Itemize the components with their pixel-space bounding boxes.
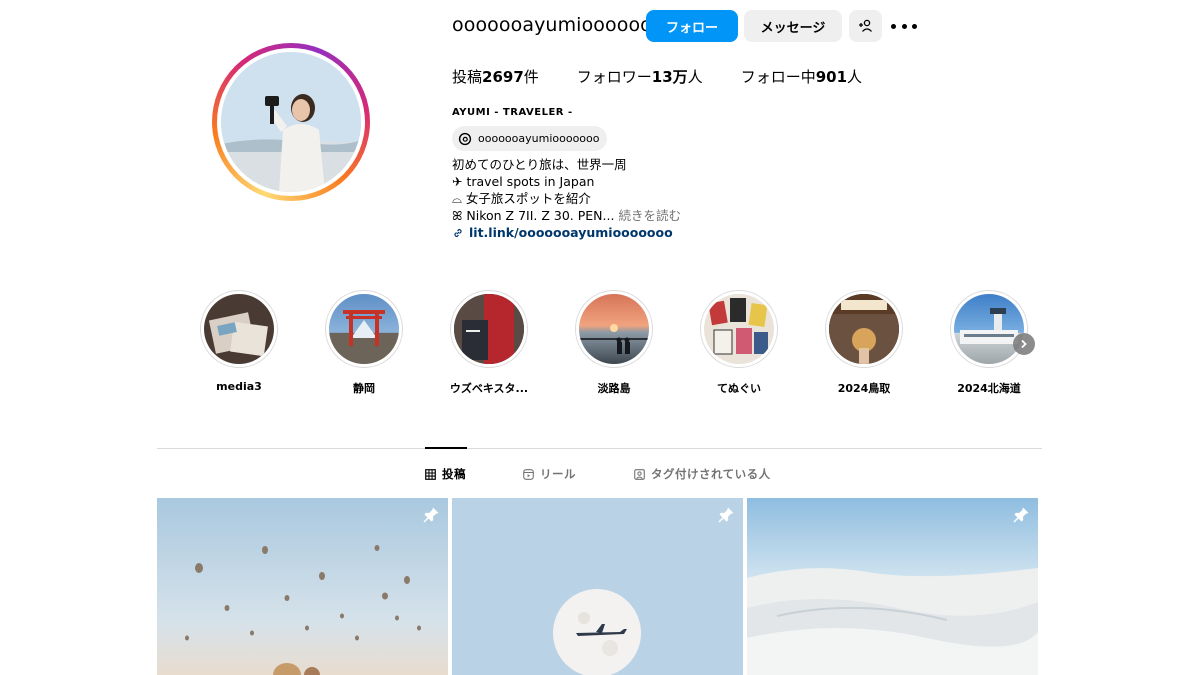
highlight-ring (825, 290, 903, 368)
highlight-label: media3 (216, 380, 262, 393)
highlight-ring (700, 290, 778, 368)
highlight-cover (329, 294, 399, 364)
threads-badge[interactable]: ooooooayumiooooooo (452, 126, 608, 151)
post-image (452, 498, 743, 675)
highlight-cover (704, 294, 774, 364)
highlight-cover (829, 294, 899, 364)
suggest-user-button[interactable] (849, 10, 882, 42)
bio: 初めてのひとり旅は、世界一周 ✈ travel spots in Japan ⌓… (452, 156, 681, 224)
more-options-icon[interactable] (891, 16, 917, 36)
highlight-item[interactable]: 2024鳥取 (824, 290, 904, 396)
post-image (747, 498, 1038, 675)
tagged-icon (634, 468, 645, 480)
pinned-icon (1013, 507, 1029, 523)
avatar (221, 52, 361, 192)
grid-icon (425, 468, 436, 480)
highlight-ring (200, 290, 278, 368)
tab-posts-label: 投稿 (442, 467, 466, 481)
highlight-label: 2024北海道 (957, 382, 1021, 395)
highlight-item[interactable]: ウズベキスタ... (449, 290, 529, 396)
bio-line: ✈ travel spots in Japan (452, 174, 595, 189)
highlight-label: 淡路島 (597, 382, 631, 395)
external-link[interactable]: lit.link/ooooooayumiooooooo (452, 225, 673, 240)
bio-line: 初めてのひとり旅は、世界一周 (452, 157, 627, 172)
highlight-item[interactable]: media3 (199, 290, 279, 393)
post-thumbnail[interactable] (157, 498, 448, 675)
follow-button[interactable]: フォロー (646, 10, 738, 42)
tabs-divider (157, 448, 1042, 449)
highlights-next-button[interactable] (1013, 333, 1035, 355)
highlight-label: ウズベキスタ... (449, 382, 529, 395)
post-thumbnail[interactable] (452, 498, 743, 675)
highlight-item[interactable]: てぬぐい (699, 290, 779, 396)
highlight-cover (954, 294, 1024, 364)
highlight-cover (204, 294, 274, 364)
highlight-ring (950, 290, 1028, 368)
threads-handle: ooooooayumiooooooo (478, 132, 600, 145)
reels-icon (523, 468, 534, 480)
highlight-label: 2024鳥取 (837, 382, 891, 395)
avatar-gap (217, 48, 365, 196)
highlight-cover (579, 294, 649, 364)
pinned-icon (423, 507, 439, 523)
person-plus-icon (858, 19, 872, 32)
pinned-icon (718, 507, 734, 523)
highlight-cover (454, 294, 524, 364)
highlight-ring (325, 290, 403, 368)
highlight-ring (450, 290, 528, 368)
avatar-photo (221, 52, 361, 192)
profile-stats: 投稿2697件 フォロワー13万人 フォロー中901人 (452, 66, 900, 87)
highlight-label: てぬぐい (717, 382, 761, 395)
highlight-label: 静岡 (353, 382, 375, 395)
tab-reels[interactable]: リール (523, 466, 576, 482)
full-name: AYUMI - TRAVELER - (452, 107, 573, 118)
message-button[interactable]: メッセージ (744, 10, 842, 42)
tab-reels-label: リール (540, 467, 576, 481)
external-link-text: lit.link/ooooooayumiooooooo (469, 225, 673, 240)
read-more-link[interactable]: 続きを読む (618, 208, 681, 223)
bio-line: ꕤ Nikon Z 7II. Z 30. PEN... 続きを読む (452, 207, 681, 224)
threads-icon (458, 132, 472, 145)
post-thumbnail[interactable] (747, 498, 1038, 675)
bio-line: ⌓ 女子旅スポットを紹介 (452, 191, 591, 206)
following-count[interactable]: フォロー中901人 (741, 66, 862, 87)
highlight-ring (575, 290, 653, 368)
posts-count: 投稿2697件 (452, 68, 539, 86)
chevron-right-icon (1021, 339, 1027, 349)
active-tab-indicator (425, 447, 467, 449)
post-image (157, 498, 448, 675)
username: ooooooayumiooooooo (452, 14, 664, 36)
tab-tagged[interactable]: タグ付けされている人 (634, 466, 771, 482)
tab-tagged-label: タグ付けされている人 (651, 467, 771, 481)
link-icon (454, 228, 462, 237)
followers-count[interactable]: フォロワー13万人 (577, 66, 703, 87)
bio-line-text: ꕤ Nikon Z 7II. Z 30. PEN... (452, 208, 615, 223)
highlight-item[interactable]: 淡路島 (574, 290, 654, 396)
tab-posts[interactable]: 投稿 (425, 466, 466, 482)
profile-avatar-story-ring[interactable] (212, 43, 370, 201)
highlight-item[interactable]: 静岡 (324, 290, 404, 396)
